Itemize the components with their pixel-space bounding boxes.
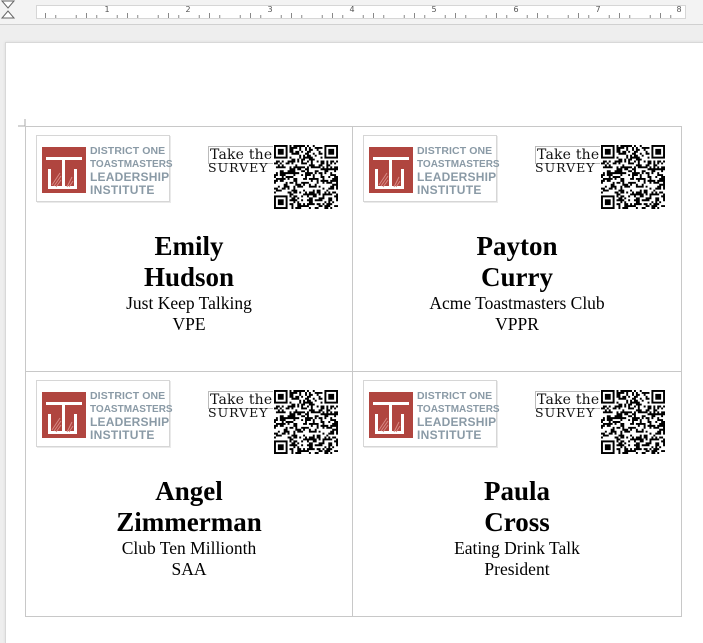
ruler-number: 6 [513,5,519,14]
ruler-number: 8 [676,5,682,14]
horizontal-ruler[interactable]: 1 2 3 4 5 6 7 8 [0,0,703,25]
institute-logo: DISTRICT ONE TOASTMASTERS LEADERSHIP INS… [36,380,173,447]
badge-first-name: Angel [155,476,223,506]
badge-club-name: Club Ten Millionth [121,538,257,558]
label-row: DISTRICT ONE TOASTMASTERS LEADERSHIP INS… [26,372,682,617]
survey-prompt-bottom: SURVEY [208,405,269,420]
survey-prompt-bottom: SURVEY [535,405,596,420]
name-badge-label[interactable]: DISTRICT ONE TOASTMASTERS LEADERSHIP INS… [26,372,353,617]
badge-first-name: Paula [483,476,550,506]
survey-qr-code-icon[interactable] [274,145,338,209]
name-badge-label[interactable]: DISTRICT ONE TOASTMASTERS LEADERSHIP INS… [353,127,682,372]
badge-last-name: Cross [484,507,550,537]
ruler-number: 1 [104,5,110,14]
survey-prompt: Take the SURVEY [207,391,275,425]
institute-logo-text: DISTRICT ONE TOASTMASTERS LEADERSHIP INS… [417,145,500,197]
badge-club-name: Just Keep Talking [126,293,252,313]
institute-logo-text: DISTRICT ONE TOASTMASTERS LEADERSHIP INS… [90,145,173,197]
badge-officer-role: VPPR [495,314,539,334]
institute-logo-mark-icon [42,392,86,438]
label-grid: DISTRICT ONE TOASTMASTERS LEADERSHIP INS… [25,126,682,617]
badge-officer-role: President [484,559,550,579]
badge-club-name: Acme Toastmasters Club [429,293,605,313]
ruler-number: 3 [267,5,273,14]
badge-first-name: Emily [154,231,224,261]
badge-last-name: Curry [481,262,553,292]
ruler-number: 4 [349,5,355,14]
survey-qr-code-icon[interactable] [601,145,665,209]
badge-first-name: Payton [476,231,558,261]
survey-prompt-bottom: SURVEY [535,160,596,175]
survey-prompt-bottom: SURVEY [208,160,269,175]
badge-club-name: Eating Drink Talk [454,538,580,558]
survey-qr-code-icon[interactable] [601,390,665,454]
badge-officer-role: VPE [172,314,206,334]
institute-logo-text: DISTRICT ONE TOASTMASTERS LEADERSHIP INS… [417,390,500,442]
institute-logo: DISTRICT ONE TOASTMASTERS LEADERSHIP INS… [36,135,173,202]
institute-logo-mark-icon [42,147,86,193]
label-row: DISTRICT ONE TOASTMASTERS LEADERSHIP INS… [26,127,682,372]
institute-logo-mark-icon [369,147,413,193]
ruler-number: 5 [431,5,437,14]
ruler-number: 7 [595,5,601,14]
ruler-number: 2 [185,5,191,14]
name-badge-label[interactable]: DISTRICT ONE TOASTMASTERS LEADERSHIP INS… [26,127,353,372]
institute-logo: DISTRICT ONE TOASTMASTERS LEADERSHIP INS… [363,380,500,447]
badge-last-name: Zimmerman [116,507,262,537]
institute-logo: DISTRICT ONE TOASTMASTERS LEADERSHIP INS… [363,135,500,202]
institute-logo-text: DISTRICT ONE TOASTMASTERS LEADERSHIP INS… [90,390,173,442]
survey-prompt: Take the SURVEY [207,146,275,180]
institute-logo-mark-icon [369,392,413,438]
name-badge-label[interactable]: DISTRICT ONE TOASTMASTERS LEADERSHIP INS… [353,372,682,617]
indent-marker-icon[interactable] [0,0,16,20]
survey-prompt: Take the SURVEY [534,146,602,180]
badge-last-name: Hudson [143,262,235,292]
survey-prompt: Take the SURVEY [534,391,602,425]
badge-officer-role: SAA [171,559,207,579]
survey-qr-code-icon[interactable] [274,390,338,454]
